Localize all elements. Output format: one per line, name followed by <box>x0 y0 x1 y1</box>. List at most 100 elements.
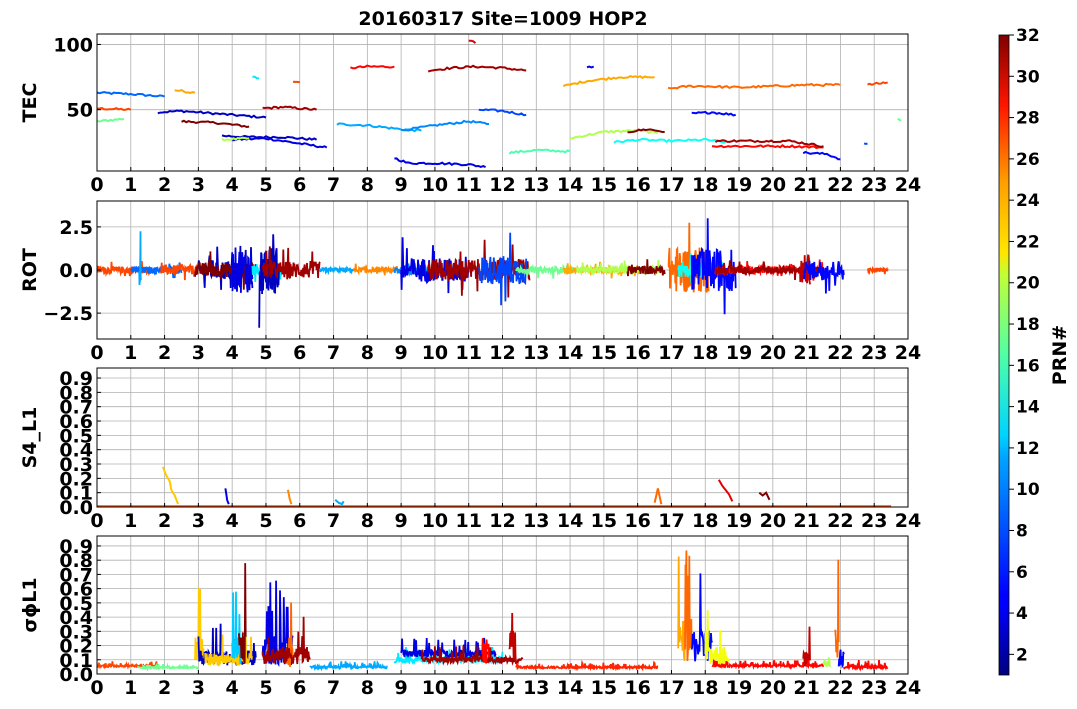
y-tick-label: 0.9 <box>59 368 93 390</box>
x-tick-label: 24 <box>895 510 921 532</box>
series-prn-12 <box>252 75 260 80</box>
series-prn-10 <box>319 265 355 276</box>
y-axis-label: σϕL1 <box>19 577 41 632</box>
x-tick-label: 3 <box>192 342 205 364</box>
data-lines <box>97 39 902 169</box>
x-tick-label: 20 <box>760 342 786 364</box>
series-prn-7 <box>863 142 868 145</box>
x-tick-label: 5 <box>259 510 272 532</box>
series-prn-3 <box>157 109 267 119</box>
x-tick-label: 1 <box>124 677 137 699</box>
colorbar-tick-label: 2 <box>1016 645 1028 665</box>
series-prn-24 <box>286 489 293 505</box>
colorbar-tick-label: 32 <box>1016 26 1040 46</box>
colorbar-gradient <box>998 34 1010 676</box>
x-tick-label: 18 <box>692 510 718 532</box>
x-tick-label: 16 <box>624 677 650 699</box>
x-tick-label: 22 <box>827 510 853 532</box>
x-tick-label: 22 <box>827 677 853 699</box>
y-tick-label: 0.9 <box>59 536 93 558</box>
x-tick-label: 23 <box>861 342 887 364</box>
x-tick-label: 15 <box>591 510 617 532</box>
series-prn-29 <box>717 479 734 502</box>
x-tick-label: 12 <box>489 510 515 532</box>
colorbar-tick-label: 26 <box>1016 150 1040 170</box>
x-tick-label: 24 <box>895 342 921 364</box>
data-lines <box>97 218 889 328</box>
x-tick-label: 9 <box>395 174 408 196</box>
x-tick-label: 16 <box>624 510 650 532</box>
x-tick-label: 5 <box>259 677 272 699</box>
series-prn-10 <box>138 231 142 286</box>
x-tick-label: 13 <box>523 677 549 699</box>
panel-2: 0 1 2 3 4 5 6 7 8 9 10 11 12 13 14 15 16 17 18 19 20 21 22 23 24… <box>19 200 921 364</box>
x-tick-label: 14 <box>557 677 583 699</box>
x-tick-label: 14 <box>557 174 583 196</box>
series-prn-25 <box>653 488 663 505</box>
x-tick-label: 23 <box>861 677 887 699</box>
y-tick-label: 2.5 <box>59 217 93 239</box>
colorbar-tick-label: 10 <box>1016 480 1040 500</box>
series-prn-18 <box>822 657 832 668</box>
series-prn-31 <box>262 105 317 111</box>
x-tick-label: 9 <box>395 510 408 532</box>
x-tick-label: 4 <box>226 510 239 532</box>
colorbar-tick-label: 18 <box>1016 315 1040 335</box>
chart-title: 20160317 Site=1009 HOP2 <box>358 8 647 30</box>
series-prn-20 <box>704 610 730 666</box>
series-prn-25 <box>667 82 841 90</box>
x-tick-label: 23 <box>861 510 887 532</box>
series-prn-5 <box>837 649 845 669</box>
series-prn-16 <box>97 117 125 123</box>
data-lines <box>97 550 889 672</box>
x-tick-label: 20 <box>760 174 786 196</box>
x-tick-label: 12 <box>489 342 515 364</box>
y-tick-label: −2.5 <box>43 303 93 325</box>
x-tick-label: 2 <box>158 677 171 699</box>
colorbar-ticks: 2468101214161820222426283032 <box>1009 26 1040 665</box>
x-tick-label: 4 <box>226 342 239 364</box>
series-prn-5 <box>802 260 845 294</box>
series-prn-24 <box>352 263 399 276</box>
series-prn-28 <box>842 659 889 672</box>
colorbar-tick-label: 6 <box>1016 563 1028 583</box>
series-prn-4 <box>394 157 486 169</box>
series-prn-16 <box>897 117 902 122</box>
x-tick-label: 11 <box>455 174 481 196</box>
x-tick-label: 10 <box>422 174 448 196</box>
x-tick-label: 7 <box>327 174 340 196</box>
colorbar-tick-label: 22 <box>1016 232 1040 252</box>
x-tick-label: 0 <box>90 174 103 196</box>
data-lines <box>97 466 892 507</box>
y-axis-label: TEC <box>19 83 41 123</box>
series-prn-4 <box>586 65 595 69</box>
x-tick-label: 21 <box>793 677 819 699</box>
figure: 20160317 Site=1009 HOP2 0 1 2 3 4 5 6 7 8 9 10 11 12… <box>19 8 1071 699</box>
series-prn-15 <box>508 148 571 155</box>
x-tick-label: 1 <box>124 174 137 196</box>
x-tick-label: 16 <box>624 342 650 364</box>
x-tick-label: 17 <box>658 342 684 364</box>
x-tick-label: 15 <box>591 677 617 699</box>
x-tick-label: 18 <box>692 174 718 196</box>
x-tick-label: 21 <box>793 510 819 532</box>
y-axis-label: S4_L1 <box>19 407 41 469</box>
colorbar-tick-label: 16 <box>1016 356 1040 376</box>
x-tick-label: 10 <box>422 510 448 532</box>
x-tick-label: 0 <box>90 342 103 364</box>
series-prn-13 <box>613 137 726 144</box>
panel-3: 0 1 2 3 4 5 6 7 8 9 10 11 12 13 14 15 16 17 18 19 20 21 22 23 24… <box>19 367 921 532</box>
colorbar-tick-label: 20 <box>1016 274 1040 294</box>
x-tick-label: 7 <box>327 677 340 699</box>
colorbar-tick-label: 4 <box>1016 604 1028 624</box>
series-prn-22 <box>161 466 180 505</box>
series-prn-10 <box>334 499 345 506</box>
panel-1: 0 1 2 3 4 5 6 7 8 9 10 11 12 13 14 15 16 17 18 19 20 21 22 23 24… <box>19 33 921 196</box>
x-tick-label: 14 <box>557 510 583 532</box>
x-tick-label: 17 <box>658 510 684 532</box>
x-tick-label: 9 <box>395 342 408 364</box>
colorbar-tick-label: 8 <box>1016 521 1028 541</box>
x-tick-label: 6 <box>293 510 306 532</box>
x-tick-label: 11 <box>455 342 481 364</box>
series-prn-4 <box>224 488 230 505</box>
